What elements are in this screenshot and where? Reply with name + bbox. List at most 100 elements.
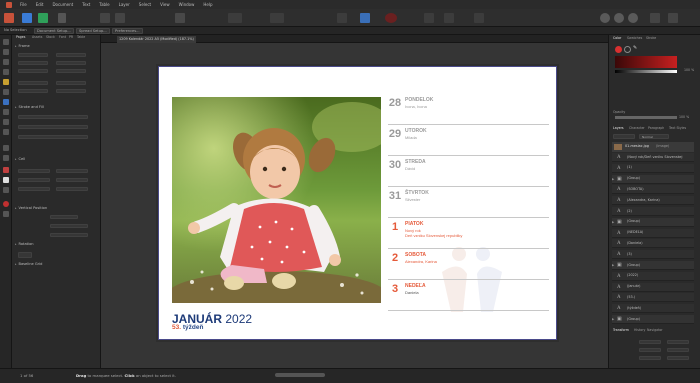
blend-mode-select[interactable]: Normal [639,134,669,139]
first-baseline-field[interactable] [50,224,88,228]
frame-field-8[interactable] [56,81,86,85]
layer-row[interactable]: A (SOBOTA) [612,185,694,195]
horizontal-scrollbar[interactable] [275,373,325,377]
document-menu-icon[interactable] [58,13,66,23]
settings-gear-icon[interactable] [115,13,125,23]
menu-window[interactable]: Window [179,2,195,7]
frame-field-3[interactable] [18,61,48,65]
transform-h-field[interactable] [667,348,689,352]
tab-pr[interactable]: PR [69,35,73,39]
menu-select[interactable]: Select [139,2,151,7]
photo-persona-icon[interactable] [22,13,32,23]
menu-view[interactable]: View [160,2,170,7]
tab-transform[interactable]: Transform [613,328,629,332]
menu-edit[interactable]: Edit [36,2,44,7]
tab-color[interactable]: Color [613,36,621,40]
designer-persona-icon[interactable] [38,13,48,23]
section-baseline-grid[interactable]: Baseline Grid [15,262,43,267]
ellipse-tool-icon[interactable] [3,129,9,135]
section-rotation[interactable]: Rotation [15,242,34,247]
cell-field-3[interactable] [18,178,50,182]
color-slider[interactable] [615,70,677,73]
transform-w-field[interactable] [667,340,689,344]
transform-icon[interactable] [424,13,434,23]
boolean-add-icon[interactable] [600,13,610,23]
expand-arrow-icon[interactable]: ▶ [612,177,614,181]
expand-arrow-icon[interactable]: ▶ [612,220,614,224]
calendar-photo[interactable] [172,97,381,303]
cell-field-4[interactable] [56,178,88,182]
layer-row[interactable]: A (1) [612,163,694,173]
transform-x-field[interactable] [639,340,661,344]
stroke-color-well[interactable] [624,46,631,53]
section-frame[interactable]: Frame [15,44,30,49]
menu-text[interactable]: Text [82,2,90,7]
rectangle-tool-icon[interactable] [3,119,9,125]
text-frame-icon[interactable] [228,13,242,23]
frame-field-7[interactable] [18,81,48,85]
boolean-intersect-icon[interactable] [628,13,638,23]
tab-character[interactable]: Character [629,126,645,130]
expand-arrow-icon[interactable]: ▶ [612,318,614,321]
flip-icon[interactable] [444,13,454,23]
preflight-icon[interactable] [100,13,110,23]
layer-group-row[interactable]: ▶ ▣ (Group) [612,217,694,227]
layer-row[interactable]: A (Daniela) [612,239,694,249]
section-stroke-fill[interactable]: Stroke and Fill [15,105,44,110]
fill-tool-icon[interactable] [3,167,9,173]
frame-field-1[interactable] [18,53,48,57]
node-tool-icon[interactable] [3,49,9,55]
layer-row[interactable]: A (týždeň) [612,304,694,314]
layer-group-row[interactable]: ▶ ▣ (Group) [612,315,694,324]
frame-field-2[interactable] [56,53,86,57]
minimum-field[interactable] [50,233,88,237]
tab-swatches[interactable]: Swatches [627,36,642,40]
section-vertical-position[interactable]: Vertical Position [15,206,48,211]
section-cell[interactable]: Cell [15,157,26,162]
tab-stock[interactable]: Stock [46,35,55,39]
tab-font[interactable]: Font [59,35,66,39]
layer-row[interactable]: A (Alexandra, Karina) [612,196,694,206]
insert-icon[interactable] [474,13,484,23]
rectangle-frame-tool-icon[interactable] [3,99,9,105]
menu-help[interactable]: Help [203,2,212,7]
stroke-field[interactable] [18,115,88,119]
picture-frame-tool-icon[interactable] [3,145,9,151]
cell-field-6[interactable] [56,187,88,191]
move-tool-icon[interactable] [3,39,9,45]
eyedropper-icon[interactable]: ✎ [633,46,638,52]
layer-row[interactable]: A (2022) [612,271,694,281]
opacity-slider[interactable] [615,116,677,119]
frame-field-9[interactable] [18,89,48,93]
menu-file[interactable]: File [20,2,27,7]
tab-text-styles[interactable]: Text Styles [669,126,686,130]
tab-pages[interactable]: Pages [16,35,25,39]
menu-document[interactable]: Document [52,2,73,7]
boolean-subtract-icon[interactable] [614,13,624,23]
more-tools-icon[interactable] [650,13,660,23]
layer-row[interactable]: A (53.) [612,293,694,303]
fill-field[interactable] [18,125,88,129]
layer-row[interactable]: A (3) [612,250,694,260]
transform-r-field[interactable] [639,356,661,360]
transform-y-field[interactable] [639,348,661,352]
eyedropper-tool-icon[interactable] [3,187,9,193]
menu-table[interactable]: Table [99,2,109,7]
tab-table[interactable]: Table [77,35,85,39]
alignment-selector[interactable] [50,215,78,219]
pencil-tool-icon[interactable] [3,89,9,95]
tab-stroke[interactable]: Stroke [646,36,656,40]
layer-group-row[interactable]: ▶ ▣ (Group) [612,261,694,270]
place-image-tool-icon[interactable] [3,155,9,161]
frame-text-tool-icon[interactable] [3,59,9,65]
fill-color-well[interactable] [615,46,622,53]
align-icon[interactable] [270,13,284,23]
document-tab[interactable]: 1209 Kalendár 2022 A5 (Modified) (187.1%… [117,36,196,43]
fill-color-swatch[interactable] [3,201,9,207]
cell-field-1[interactable] [18,169,50,173]
expand-arrow-icon[interactable]: ▶ [612,264,614,267]
preferences-button[interactable]: Preferences... [112,28,143,34]
stroke-width-field[interactable] [18,135,88,139]
color-picker-icon[interactable] [385,13,397,23]
tab-history[interactable]: History [634,328,645,332]
